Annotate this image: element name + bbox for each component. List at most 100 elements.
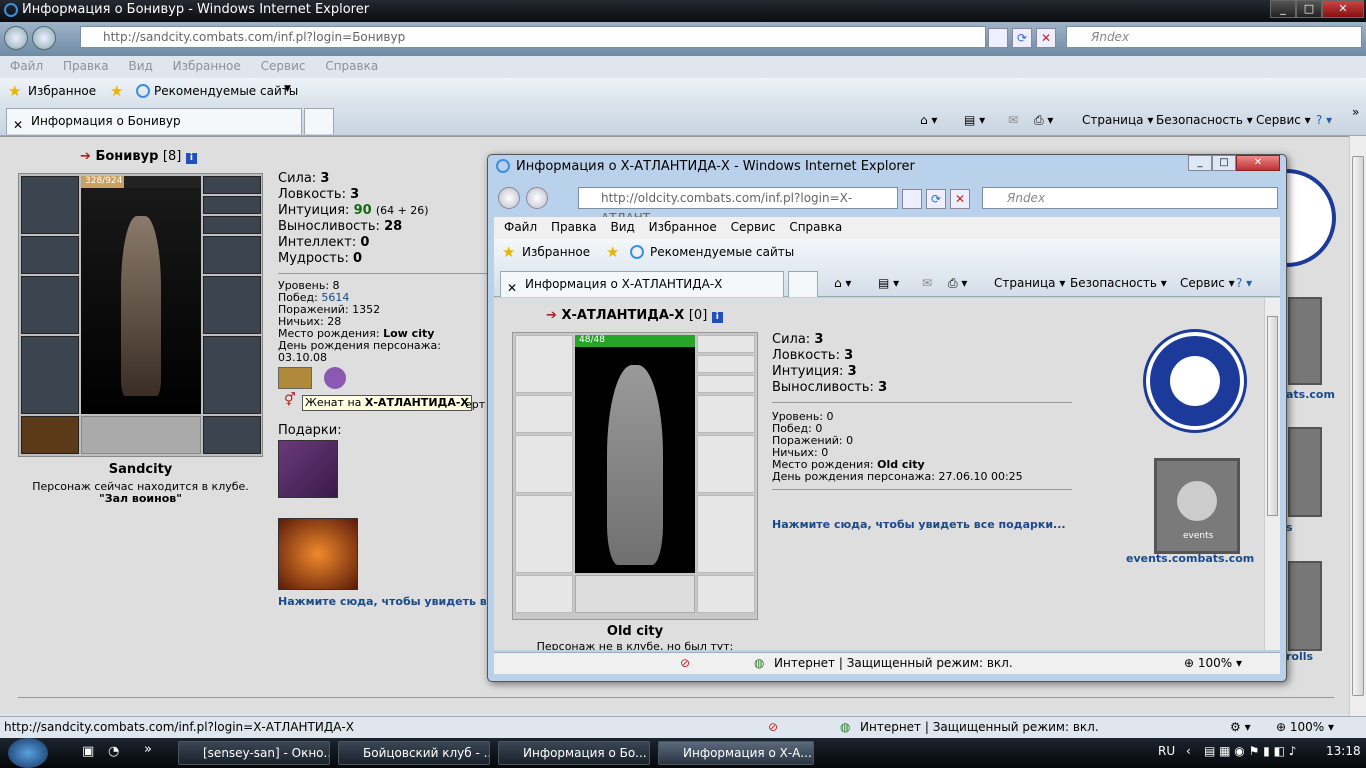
quick-launch-more-icon[interactable]: » — [144, 742, 152, 757]
legs-slot[interactable] — [203, 336, 261, 414]
popup-security-menu[interactable]: Безопасность ▾ — [1070, 271, 1167, 295]
language-indicator[interactable]: RU — [1158, 744, 1175, 758]
popup-close-button[interactable]: ✕ — [1236, 155, 1280, 171]
right-link-a[interactable]: ats.com — [1286, 388, 1335, 401]
popup-character-name[interactable]: Х-АТЛАНТИДА-Х — [561, 308, 684, 323]
menu-file[interactable]: Файл — [10, 59, 43, 73]
amulet-slot[interactable] — [697, 355, 755, 373]
events-banner-icon[interactable]: events — [1154, 458, 1240, 554]
belt-slot[interactable] — [21, 416, 79, 454]
popup-suggested-sites[interactable]: Рекомендуемые сайты — [650, 245, 794, 259]
mail-icon[interactable]: ✉ — [1008, 108, 1018, 132]
chevron-down-icon[interactable]: ▼ — [284, 84, 291, 94]
tray-icons[interactable]: ▤ ▦ ◉ ⚑ ▮ ◧ ♪ — [1204, 744, 1296, 758]
search-input[interactable]: Яndex — [1066, 26, 1362, 48]
popup-page-menu[interactable]: Страница ▾ — [994, 271, 1065, 295]
boots-slot[interactable] — [203, 416, 261, 454]
info-icon[interactable]: i — [185, 153, 197, 164]
tools-menu[interactable]: Сервис ▾ — [1256, 108, 1311, 132]
stop-icon[interactable]: ✕ — [950, 189, 970, 209]
popup-search-input[interactable]: Яndex — [982, 187, 1278, 209]
popup-tools-menu[interactable]: Сервис ▾ — [1180, 271, 1235, 295]
weapon-slot[interactable] — [21, 276, 79, 334]
menu-tools[interactable]: Сервис — [261, 59, 306, 73]
forward-button[interactable] — [32, 26, 56, 50]
address-bar[interactable]: http://sandcity.combats.com/inf.pl?login… — [80, 26, 986, 48]
compat-view-icon[interactable] — [988, 28, 1008, 48]
zoom-icon[interactable]: ⊕ 100% ▾ — [1184, 653, 1242, 673]
popup-back-button[interactable] — [498, 187, 520, 209]
menu-edit[interactable]: Правка — [63, 59, 109, 73]
popup-blocker-icon[interactable]: ⊘ — [680, 653, 690, 673]
popup-gifts-link[interactable]: Нажмите сюда, чтобы увидеть все подарки.… — [772, 518, 1066, 531]
add-favorite-icon[interactable]: ★ — [110, 82, 123, 100]
married-to[interactable]: Х-АТЛАНТИДА-Х — [365, 396, 469, 409]
taskbar-item[interactable]: Информация о Бо... — [498, 741, 650, 765]
taskbar-item[interactable]: [sensey-san] - Окно... — [178, 741, 330, 765]
belt-slot[interactable] — [515, 575, 573, 613]
clock[interactable]: 13:18 — [1326, 744, 1361, 758]
bracers-slot[interactable] — [515, 395, 573, 433]
rings-slot[interactable] — [203, 216, 261, 234]
bracers-slot[interactable] — [21, 236, 79, 274]
character-name[interactable]: Бонивур — [95, 149, 158, 164]
refresh-icon[interactable]: ⟳ — [1012, 28, 1032, 48]
popup-menu-view[interactable]: Вид — [610, 220, 634, 234]
add-favorite-icon[interactable]: ★ — [606, 243, 619, 261]
print-icon[interactable]: ⎙ ▾ — [1034, 108, 1053, 132]
back-button[interactable] — [4, 26, 28, 50]
shield-slot[interactable] — [697, 435, 755, 493]
show-desktop-icon[interactable]: ▣ — [82, 744, 94, 759]
new-tab-button[interactable] — [304, 108, 334, 134]
rss-icon[interactable]: ▤ ▾ — [964, 108, 985, 132]
menu-favorites[interactable]: Избранное — [173, 59, 241, 73]
favorites-button[interactable]: Избранное — [28, 84, 96, 98]
main-scrollbar[interactable] — [1349, 136, 1366, 716]
popup-address-bar[interactable]: http://oldcity.combats.com/inf.pl?login=… — [578, 187, 898, 225]
gloves-slot[interactable] — [203, 236, 261, 274]
security-menu[interactable]: Безопасность ▾ — [1156, 108, 1253, 132]
mail-icon[interactable]: ✉ — [922, 271, 932, 295]
rss-icon[interactable]: ▤ ▾ — [878, 271, 899, 295]
help-icon[interactable]: ? ▾ — [1316, 108, 1332, 132]
suggested-sites-button[interactable]: Рекомендуемые сайты — [154, 84, 298, 98]
events-link[interactable]: events.combats.com — [1126, 552, 1254, 565]
info-icon[interactable]: i — [711, 312, 723, 323]
maximize-button[interactable]: □ — [1296, 0, 1322, 18]
tray-expand-icon[interactable]: ‹ — [1186, 744, 1191, 758]
help-icon[interactable]: ? ▾ — [1236, 271, 1252, 295]
gifts-link[interactable]: Нажмите сюда, чтобы увидеть все п — [278, 595, 512, 608]
armor-slot[interactable] — [515, 495, 573, 573]
legs-slot[interactable] — [697, 495, 755, 573]
print-icon[interactable]: ⎙ ▾ — [948, 271, 967, 295]
gift-book-icon[interactable] — [278, 440, 338, 498]
earrings-slot[interactable] — [697, 335, 755, 353]
popup-menu-help[interactable]: Справка — [789, 220, 842, 234]
clan-badge-icon[interactable] — [324, 367, 346, 389]
chevron-right-icon[interactable]: » — [1352, 100, 1359, 124]
menu-help[interactable]: Справка — [325, 59, 378, 73]
popup-menu-file[interactable]: Файл — [504, 220, 537, 234]
home-icon[interactable]: ⌂ ▾ — [920, 108, 937, 132]
compat-view-icon[interactable] — [902, 189, 922, 209]
amulet-slot[interactable] — [203, 196, 261, 214]
weapon-slot[interactable] — [515, 435, 573, 493]
zodiac-emblem-icon[interactable] — [1146, 332, 1244, 430]
helmet-slot[interactable] — [21, 176, 79, 234]
refresh-icon[interactable]: ⟳ — [926, 189, 946, 209]
minimize-button[interactable]: _ — [1270, 0, 1296, 18]
gift-fire-icon[interactable] — [278, 518, 358, 590]
popup-forward-button[interactable] — [526, 187, 548, 209]
popup-maximize-button[interactable]: □ — [1212, 155, 1236, 171]
taskbar-item[interactable]: Бойцовский клуб - ... — [338, 741, 490, 765]
popup-scrollbar[interactable] — [1264, 298, 1280, 650]
tab-bonivur[interactable]: ✕ Информация о Бонивур — [6, 108, 302, 134]
popup-menu-tools[interactable]: Сервис — [731, 220, 776, 234]
boots-slot[interactable] — [697, 575, 755, 613]
popup-minimize-button[interactable]: _ — [1188, 155, 1212, 171]
menu-view[interactable]: Вид — [128, 59, 152, 73]
close-button[interactable]: ✕ — [1322, 0, 1364, 18]
security-icon[interactable]: ⚙ ▾ — [1230, 717, 1251, 737]
popup-menu-favorites[interactable]: Избранное — [649, 220, 717, 234]
popup-blocker-icon[interactable]: ⊘ — [768, 717, 778, 737]
